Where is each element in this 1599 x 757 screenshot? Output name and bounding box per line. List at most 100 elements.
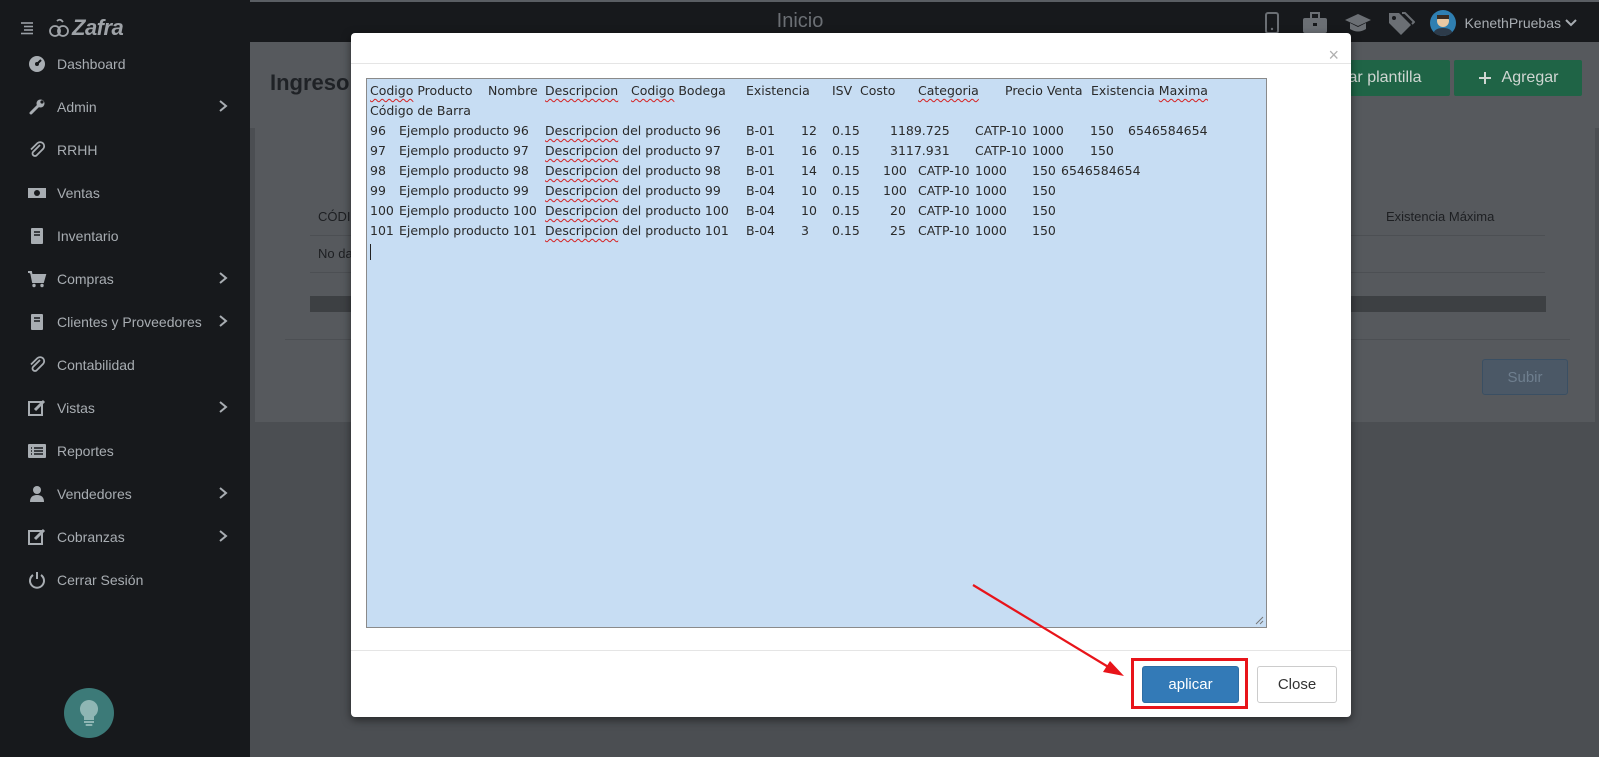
sidebar-item-label: Cerrar Sesión bbox=[57, 571, 144, 588]
textarea-cell: B-01 bbox=[746, 163, 775, 178]
textarea-cell: 1000 bbox=[1032, 123, 1064, 138]
chevron-right-icon bbox=[219, 530, 228, 542]
lightbulb-icon bbox=[79, 699, 99, 726]
textarea-cell: 0.15 bbox=[832, 163, 860, 178]
textarea-cell: Ejemplo producto 101 bbox=[399, 223, 537, 238]
sidebar-item-vistas[interactable]: Vistas bbox=[0, 386, 250, 429]
user-name[interactable]: KenethPruebas bbox=[1464, 15, 1561, 31]
book-icon bbox=[27, 226, 47, 246]
sidebar-item-ventas[interactable]: Ventas bbox=[0, 171, 250, 214]
sidebar-item-cobranzas[interactable]: Cobranzas bbox=[0, 515, 250, 558]
dashboard-icon bbox=[27, 54, 47, 74]
sidebar-item-label: Contabilidad bbox=[57, 356, 135, 373]
sidebar-item-cerrar-sesion[interactable]: Cerrar Sesión bbox=[0, 558, 250, 601]
table-header-code: CÓDI bbox=[318, 209, 351, 224]
textarea-cell: Ejemplo producto 98 bbox=[399, 163, 529, 178]
textarea-header-row: Codigo Producto Nombre Descripcion Codig… bbox=[370, 81, 1265, 101]
chevron-right-icon bbox=[219, 315, 228, 327]
textarea-cell: Descripcion del producto 101 bbox=[545, 223, 729, 238]
sidebar-item-label: Dashboard bbox=[57, 55, 126, 72]
textarea-cell: Descripcion del producto 97 bbox=[545, 143, 721, 158]
sidebar-item-label: RRHH bbox=[57, 141, 98, 158]
chevron-right-icon bbox=[219, 272, 228, 284]
textarea-cell: Ejemplo producto 96 bbox=[399, 123, 529, 138]
logo[interactable]: Zafra bbox=[48, 15, 124, 41]
textarea-cell: 98 bbox=[370, 163, 386, 178]
textarea-cell: 1000 bbox=[975, 223, 1007, 238]
sidebar-item-rrhh[interactable]: RRHH bbox=[0, 128, 250, 171]
sidebar-item-label: Clientes y Proveedores bbox=[57, 313, 202, 330]
money-icon bbox=[27, 183, 47, 203]
textarea-cell: 150 bbox=[1032, 223, 1056, 238]
header-codigo-barra: Código de Barra bbox=[370, 103, 471, 118]
textarea-cell: 1000 bbox=[975, 163, 1007, 178]
sidebar-item-label: Vistas bbox=[57, 399, 95, 416]
resize-handle-icon[interactable] bbox=[1254, 615, 1264, 625]
sidebar: Zafra Dashboard Admin RRHH Ventas Invent… bbox=[0, 0, 250, 757]
textarea-cell: CATP-10 bbox=[918, 183, 970, 198]
table-empty-text: No da bbox=[318, 246, 353, 261]
logo-mark-icon bbox=[49, 18, 69, 37]
textarea-cell: CATP-10 bbox=[918, 203, 970, 218]
sidebar-item-contabilidad[interactable]: Contabilidad bbox=[0, 343, 250, 386]
textarea-cell: 101 bbox=[370, 223, 394, 238]
textarea-cell: B-01 bbox=[746, 123, 775, 138]
sidebar-item-compras[interactable]: Compras bbox=[0, 257, 250, 300]
plus-icon bbox=[1478, 72, 1491, 84]
wrench-icon bbox=[27, 97, 47, 117]
textarea-cell: 0.15 bbox=[832, 203, 860, 218]
button-label: Subir bbox=[1507, 368, 1543, 386]
textarea-cell: 150 bbox=[1090, 143, 1114, 158]
textarea-cell: Descripcion del producto 100 bbox=[545, 203, 729, 218]
textarea-cell: 150 bbox=[1032, 203, 1056, 218]
divider bbox=[351, 650, 1351, 651]
sidebar-item-clientes-proveedores[interactable]: Clientes y Proveedores bbox=[0, 300, 250, 343]
chevron-right-icon bbox=[219, 487, 228, 499]
tags-icon[interactable] bbox=[1387, 10, 1416, 36]
sidebar-item-label: Inventario bbox=[57, 227, 119, 244]
header-categoria: Categoria bbox=[918, 83, 979, 98]
textarea-cell: 0.15 bbox=[832, 183, 860, 198]
sidebar-item-reportes[interactable]: Reportes bbox=[0, 429, 250, 472]
sidebar-item-inventario[interactable]: Inventario bbox=[0, 214, 250, 257]
data-textarea[interactable]: Codigo Producto Nombre Descripcion Codig… bbox=[366, 78, 1267, 628]
sidebar-item-dashboard[interactable]: Dashboard bbox=[0, 42, 250, 85]
add-button[interactable]: Agregar bbox=[1454, 60, 1582, 96]
button-label: Close bbox=[1277, 676, 1317, 693]
textarea-cell: B-01 bbox=[746, 143, 775, 158]
page-title: Inicio bbox=[776, 10, 824, 32]
list-icon bbox=[27, 441, 47, 461]
textarea-cell: Descripcion del producto 99 bbox=[545, 183, 721, 198]
graduation-cap-icon[interactable] bbox=[1344, 10, 1372, 36]
chevron-right-icon bbox=[219, 401, 228, 413]
menu-toggle-icon[interactable] bbox=[16, 17, 38, 39]
textarea-cell: 14 bbox=[801, 163, 817, 178]
textarea-cell: 0.15 bbox=[832, 143, 860, 158]
textarea-cell: Ejemplo producto 99 bbox=[399, 183, 529, 198]
lightbulb-button[interactable] bbox=[64, 688, 114, 738]
textarea-cell: 16 bbox=[801, 143, 817, 158]
divider bbox=[351, 63, 1351, 64]
textarea-cell: 100 bbox=[883, 183, 907, 198]
sidebar-item-vendedores[interactable]: Vendedores bbox=[0, 472, 250, 515]
textarea-cell: Ejemplo producto 97 bbox=[399, 143, 529, 158]
header-isv: ISV bbox=[832, 83, 853, 98]
sidebar-item-label: Vendedores bbox=[57, 485, 132, 502]
paperclip-icon bbox=[27, 355, 47, 375]
background-page-title: Ingreso bbox=[270, 70, 350, 95]
avatar[interactable] bbox=[1430, 10, 1457, 36]
textarea-cell: 25 bbox=[890, 223, 906, 238]
brand-name: Zafra bbox=[72, 15, 124, 40]
upload-button[interactable]: Subir bbox=[1482, 359, 1568, 395]
power-icon bbox=[27, 570, 47, 590]
textarea-cell: Descripcion del producto 98 bbox=[545, 163, 721, 178]
textarea-cell: CATP-10 bbox=[975, 123, 1027, 138]
close-button[interactable]: Close bbox=[1257, 666, 1337, 703]
sidebar-item-admin[interactable]: Admin bbox=[0, 85, 250, 128]
textarea-cell: 3117.931 bbox=[890, 143, 950, 158]
sidebar-item-label: Compras bbox=[57, 270, 114, 287]
textarea-cell: Ejemplo producto 100 bbox=[399, 203, 537, 218]
textarea-cell: 150 bbox=[1032, 163, 1056, 178]
textarea-cell: B-04 bbox=[746, 203, 775, 218]
chevron-down-icon[interactable] bbox=[1565, 18, 1577, 28]
